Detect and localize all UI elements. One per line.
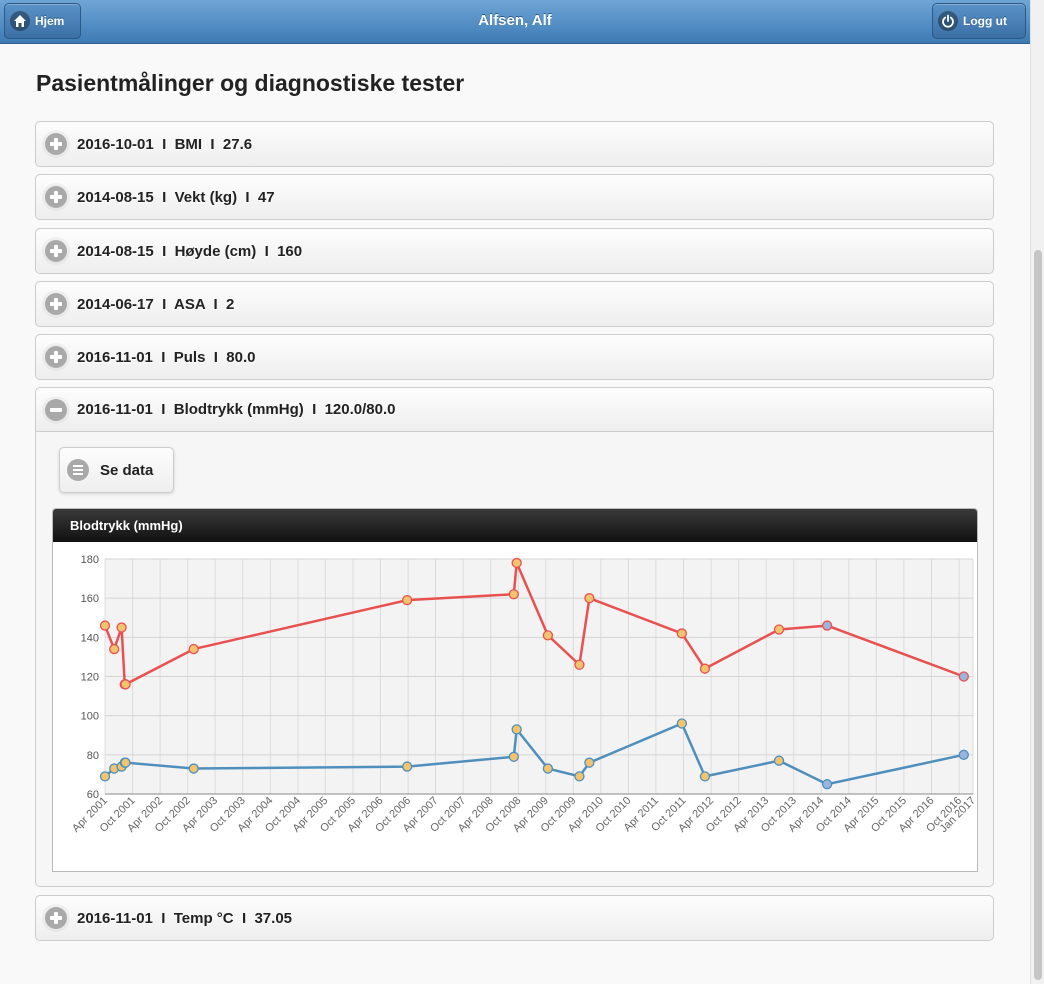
data-point <box>402 594 413 606</box>
data-point <box>773 624 785 635</box>
data-point <box>542 763 554 774</box>
plus-icon <box>45 346 67 368</box>
data-point <box>676 628 688 639</box>
data-point <box>574 771 585 782</box>
y-tick-label: 80 <box>87 750 99 762</box>
blood-pressure-chart: Apr 2001Oct 2001Apr 2002Oct 2002Apr 2003… <box>70 554 978 835</box>
data-point <box>821 779 833 790</box>
chart-panel: Blodtrykk (mmHg) Apr 2001 Oct 2001 Apr 200… <box>52 508 978 872</box>
minus-icon <box>45 398 67 421</box>
collapsible-header[interactable]: 2014-08-15 I Vekt (kg) I 47 <box>36 175 993 219</box>
collapsible-header[interactable]: 2016-11-01 I Puls I 80.0 <box>36 335 993 379</box>
plus-icon <box>45 240 67 262</box>
collapsible-header[interactable]: 2016-10-01 I BMI I 27.6 <box>36 122 993 166</box>
header-bar: Hjem Alfsen, Alf Logg ut <box>0 0 1030 44</box>
data-point <box>116 622 127 633</box>
logout-label: Logg ut <box>963 14 1007 28</box>
measurement-bmi[interactable]: 2016-10-01 I BMI I 27.6 <box>35 121 994 167</box>
data-point <box>584 593 595 604</box>
see-data-label: Se data <box>100 461 154 479</box>
plus-icon <box>45 907 67 929</box>
measurement-temp[interactable]: 2016-11-01 I Temp °C I 37.05 <box>35 895 994 941</box>
y-tick-label: 100 <box>81 711 99 723</box>
measurement-weight[interactable]: 2014-08-15 I Vekt (kg) I 47 <box>35 174 994 220</box>
page-title: Pasientmålinger og diagnostiske tester <box>36 70 465 96</box>
data-point <box>821 620 833 631</box>
plus-icon <box>45 186 67 208</box>
plus-icon <box>45 293 67 315</box>
collapsible-header[interactable]: 2014-08-15 I Høyde (cm) I 160 <box>36 229 993 273</box>
data-point <box>773 755 785 766</box>
data-point <box>542 630 554 641</box>
data-point <box>508 751 519 762</box>
chart-title: Blodtrykk (mmHg) <box>53 509 977 542</box>
measurement-label: 2016-11-01 I Puls I 80.0 <box>77 348 256 366</box>
data-point <box>120 679 131 690</box>
data-point <box>508 589 519 600</box>
measurement-label: 2016-11-01 I Blodtrykk (mmHg) I 120.0/80… <box>77 401 396 418</box>
data-point <box>958 671 969 682</box>
collapsible-header[interactable]: 2016-11-01 I Temp °C I 37.05 <box>36 896 993 940</box>
data-point <box>99 771 111 782</box>
data-point <box>574 659 585 670</box>
collapsible-header[interactable]: 2014-06-17 I ASA I 2 <box>36 282 993 326</box>
data-point <box>958 749 969 760</box>
measurement-label: 2016-11-01 I Temp °C I 37.05 <box>77 909 293 927</box>
data-point <box>511 557 522 569</box>
measurement-label: 2016-10-01 I BMI I 27.6 <box>77 135 253 153</box>
data-point <box>109 643 120 655</box>
y-tick-label: 160 <box>81 593 99 605</box>
measurement-label: 2014-08-15 I Høyde (cm) I 160 <box>77 242 303 260</box>
measurement-blood-pressure: 2016-11-01 I Blodtrykk (mmHg) I 120.0/80… <box>35 387 994 887</box>
measurement-asa[interactable]: 2014-06-17 I ASA I 2 <box>35 281 994 327</box>
list-icon <box>67 459 89 481</box>
data-point <box>188 643 199 655</box>
measurement-height[interactable]: 2014-08-15 I Høyde (cm) I 160 <box>35 228 994 274</box>
scrollbar[interactable] <box>1030 0 1044 984</box>
y-tick-label: 60 <box>87 789 99 801</box>
power-icon <box>938 11 958 31</box>
scrollbar-thumb[interactable] <box>1034 250 1042 980</box>
data-point <box>402 761 413 772</box>
data-point <box>99 620 111 631</box>
chart-body: Apr 2001 Oct 2001 Apr 2002 Oct 2002 Apr 2003… <box>53 542 978 871</box>
data-point <box>699 771 711 782</box>
patient-name: Alfsen, Alf <box>478 12 552 29</box>
y-tick-label: 120 <box>81 672 99 684</box>
measurement-label: 2014-06-17 I ASA I 2 <box>77 295 235 313</box>
y-tick-label: 180 <box>81 554 99 566</box>
measurement-pulse[interactable]: 2016-11-01 I Puls I 80.0 <box>35 334 994 380</box>
collapsible-header[interactable]: 2016-11-01 I Blodtrykk (mmHg) I 120.0/80… <box>36 388 993 432</box>
plus-icon <box>45 133 67 155</box>
data-point <box>699 663 711 674</box>
data-point <box>584 757 595 768</box>
measurement-label: 2014-08-15 I Vekt (kg) I 47 <box>77 188 275 206</box>
see-data-button[interactable]: Se data <box>59 447 174 493</box>
data-point <box>188 763 199 774</box>
data-point <box>120 757 131 768</box>
logout-button[interactable]: Logg ut <box>932 3 1026 39</box>
data-point <box>511 724 522 735</box>
y-tick-label: 140 <box>81 632 99 644</box>
data-point <box>676 718 688 729</box>
